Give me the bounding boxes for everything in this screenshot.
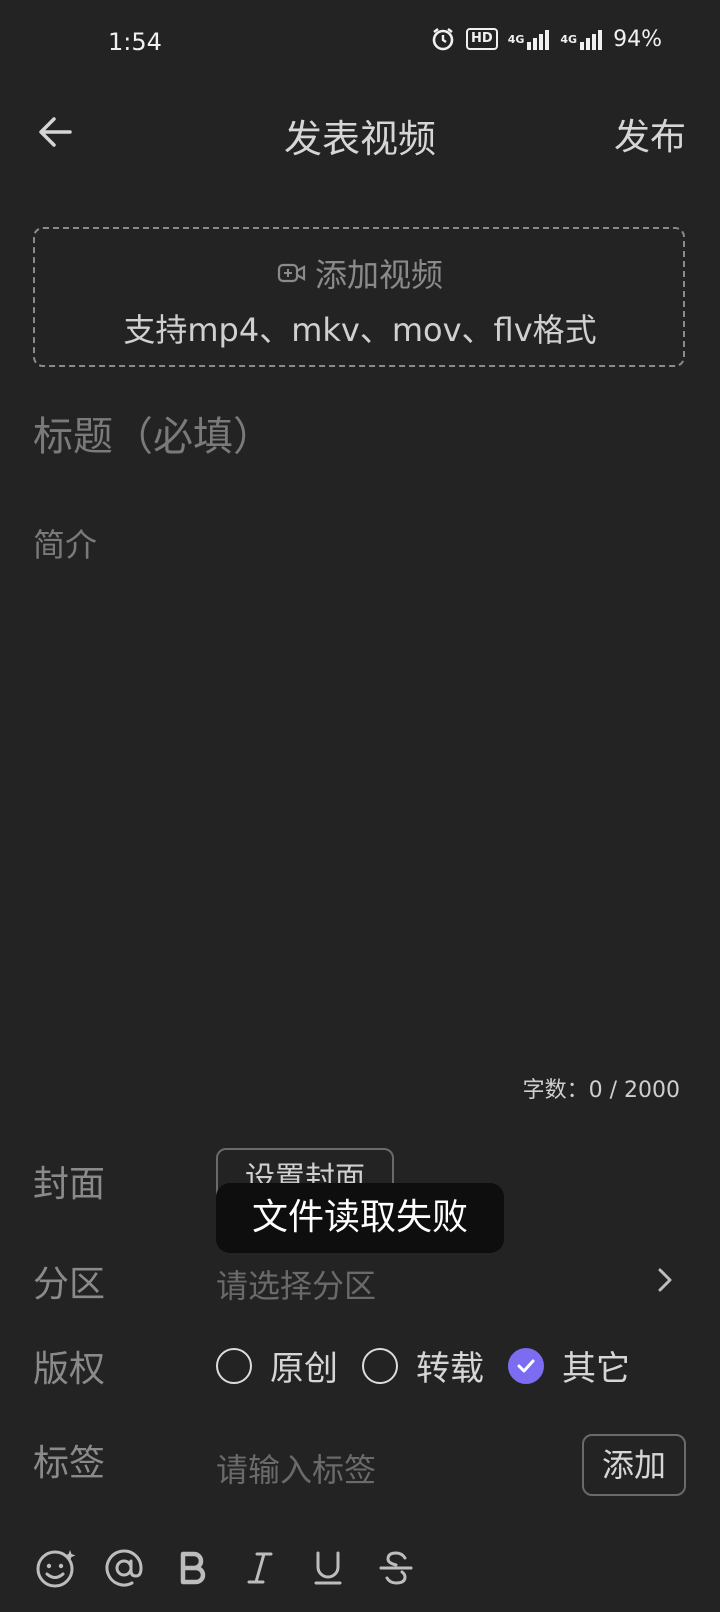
status-time: 1:54 — [108, 28, 162, 56]
radio-label: 其它 — [562, 1349, 630, 1389]
radio-repost[interactable]: 转载 — [362, 1341, 484, 1390]
char-count: 字数：0 / 2000 — [522, 1078, 680, 1103]
emoji-icon[interactable] — [33, 1545, 79, 1591]
signal-4g-icon: 4G — [508, 28, 551, 50]
cover-label: 封面 — [33, 1164, 106, 1205]
format-toolbar — [33, 1545, 419, 1591]
mention-icon[interactable] — [101, 1545, 147, 1591]
video-camera-icon — [277, 263, 306, 283]
radio-original[interactable]: 原创 — [216, 1341, 338, 1390]
category-select[interactable]: 请选择分区 — [216, 1261, 376, 1307]
copyright-label: 版权 — [33, 1349, 106, 1390]
chevron-right-icon[interactable] — [650, 1260, 680, 1300]
tags-label: 标签 — [33, 1443, 106, 1484]
intro-textarea[interactable]: 简介 — [33, 520, 97, 566]
hd-icon: HD — [466, 28, 498, 50]
net1-label: 4G — [507, 32, 525, 46]
bold-icon[interactable] — [169, 1545, 215, 1591]
video-formats-text: 支持mp4、mkv、mov、flv格式 — [123, 311, 597, 349]
battery-level: 94% — [613, 26, 662, 52]
alarm-icon — [430, 26, 456, 52]
add-video-label: 添加视频 — [314, 256, 443, 294]
tag-input[interactable]: 请输入标签 — [216, 1445, 376, 1491]
title-input[interactable]: 标题（必填） — [33, 404, 273, 462]
category-label: 分区 — [33, 1264, 106, 1305]
copyright-radio-group: 原创 转载 其它 — [216, 1341, 654, 1390]
checkmark-icon — [508, 1347, 544, 1384]
radio-circle — [362, 1347, 398, 1384]
net2-label: 4G — [560, 32, 578, 46]
add-tag-button[interactable]: 添加 — [582, 1434, 686, 1496]
add-video-label-row: 添加视频 — [0, 250, 720, 296]
radio-label: 原创 — [270, 1349, 338, 1389]
page-title: 发表视频 — [283, 117, 436, 161]
radio-label: 转载 — [416, 1349, 484, 1389]
publish-button[interactable]: 发布 — [614, 108, 686, 160]
underline-icon[interactable] — [305, 1545, 351, 1591]
signal-4g-icon-2: 4G — [560, 28, 603, 50]
radio-circle — [216, 1347, 252, 1384]
strikethrough-icon[interactable] — [373, 1545, 419, 1591]
error-toast: 文件读取失败 — [216, 1183, 504, 1253]
hd-label: HD — [471, 31, 493, 46]
italic-icon[interactable] — [237, 1545, 283, 1591]
radio-other[interactable]: 其它 — [508, 1341, 630, 1390]
status-icons: HD 4G 4G 94% — [430, 26, 662, 52]
